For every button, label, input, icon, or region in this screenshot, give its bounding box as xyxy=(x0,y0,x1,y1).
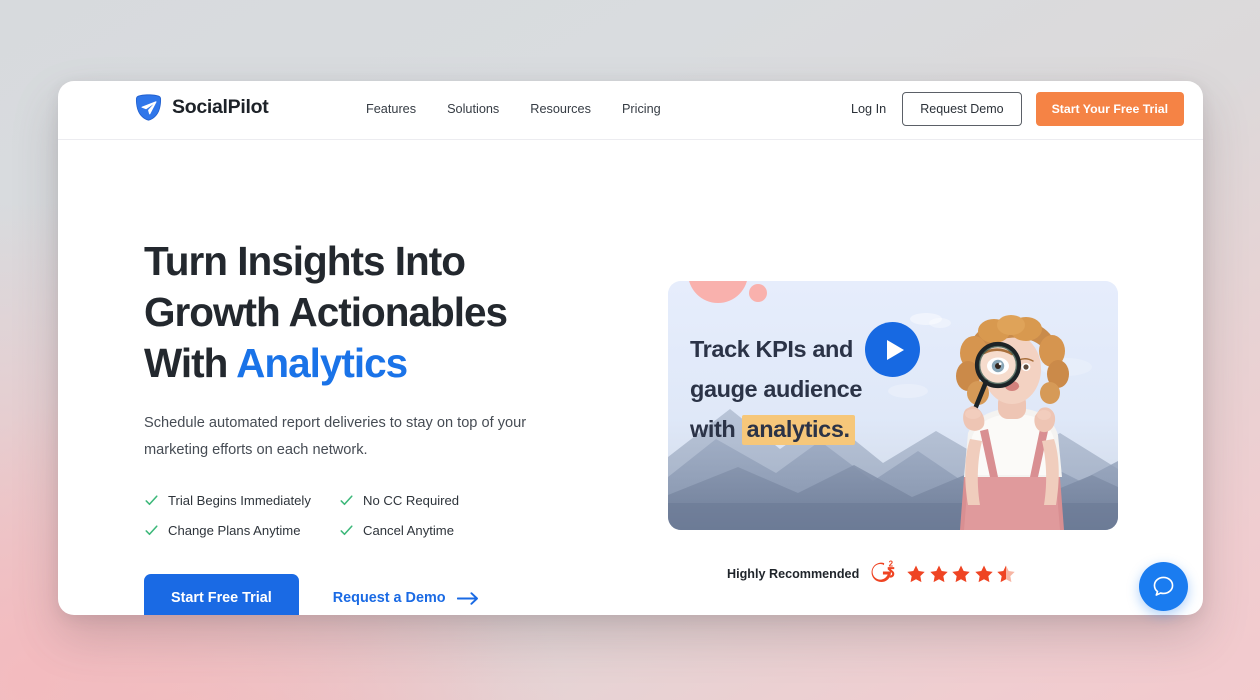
start-free-trial-button[interactable]: Start Free Trial xyxy=(144,574,299,615)
star-rating xyxy=(906,564,1016,584)
primary-nav: Features Solutions Resources Pricing xyxy=(366,102,661,116)
benefit-label: Change Plans Anytime xyxy=(168,523,301,538)
hero-benefits-list: Trial Begins Immediately No CC Required … xyxy=(144,493,614,538)
hero-copy: Turn Insights Into Growth Actionables Wi… xyxy=(144,236,614,615)
svg-text:2: 2 xyxy=(889,560,894,569)
rating-label: Highly Recommended xyxy=(727,566,860,581)
nav-item-solutions[interactable]: Solutions xyxy=(447,102,499,116)
page-backdrop: SocialPilot Features Solutions Resources… xyxy=(0,0,1260,700)
hero-title-line-1: Turn Insights Into xyxy=(144,238,466,284)
start-free-trial-header-button[interactable]: Start Your Free Trial xyxy=(1035,92,1184,126)
decor-circle-small xyxy=(749,284,767,302)
site-header: SocialPilot Features Solutions Resources… xyxy=(58,81,1203,140)
benefit-label: Cancel Anytime xyxy=(363,523,454,538)
brand-name: SocialPilot xyxy=(172,96,269,118)
arrow-right-icon xyxy=(456,591,478,605)
page-title: Turn Insights Into Growth Actionables Wi… xyxy=(144,236,614,389)
benefit-item: Change Plans Anytime xyxy=(144,523,339,538)
check-icon xyxy=(340,495,353,506)
g2-rating: Highly Recommended 2 xyxy=(727,559,1016,588)
benefit-label: Trial Begins Immediately xyxy=(168,493,311,508)
star-icon-filled xyxy=(975,565,993,582)
nav-item-resources[interactable]: Resources xyxy=(530,102,591,116)
benefit-label: No CC Required xyxy=(363,493,460,508)
video-scene-illustration xyxy=(668,281,1118,530)
login-link[interactable]: Log In xyxy=(851,102,888,116)
benefit-item: No CC Required xyxy=(339,493,614,508)
star-icon-half xyxy=(997,565,1015,582)
benefit-item: Trial Begins Immediately xyxy=(144,493,339,508)
play-button[interactable] xyxy=(865,322,920,377)
hero-subtitle: Schedule automated report deliveries to … xyxy=(144,415,527,458)
star-icon-filled xyxy=(907,565,925,582)
benefit-item: Cancel Anytime xyxy=(339,523,614,538)
paper-plane-icon xyxy=(135,94,162,121)
chat-bubble-icon xyxy=(1153,576,1174,596)
star-icon-filled xyxy=(952,565,970,582)
hero-title-line-2: Growth Actionables xyxy=(144,289,508,335)
check-icon xyxy=(340,525,353,536)
request-a-demo-label: Request a Demo xyxy=(332,590,446,606)
header-actions: Log In Request Demo Start Your Free Tria… xyxy=(851,92,1184,126)
woman-photo xyxy=(956,315,1069,530)
star-icon-filled xyxy=(930,565,948,582)
play-icon xyxy=(886,339,904,360)
request-demo-button[interactable]: Request Demo xyxy=(902,92,1022,126)
hero-title-accent: Analytics xyxy=(236,340,408,386)
hero-section: Turn Insights Into Growth Actionables Wi… xyxy=(58,140,1203,615)
g2-logo-icon: 2 xyxy=(871,560,895,583)
video-thumbnail[interactable]: Track KPIs and gauge audience with analy… xyxy=(668,281,1118,530)
brand-logo[interactable]: SocialPilot xyxy=(134,93,269,122)
nav-item-pricing[interactable]: Pricing xyxy=(622,102,661,116)
nav-item-features[interactable]: Features xyxy=(366,102,416,116)
hero-media: Track KPIs and gauge audience with analy… xyxy=(668,281,1118,530)
app-card: SocialPilot Features Solutions Resources… xyxy=(58,81,1203,615)
chat-launcher-button[interactable] xyxy=(1139,562,1188,611)
request-a-demo-link[interactable]: Request a Demo xyxy=(333,590,479,606)
hero-title-line-3: With xyxy=(144,340,237,386)
hero-cta-group: Start Free Trial Request a Demo xyxy=(144,574,614,615)
check-icon xyxy=(145,525,158,536)
check-icon xyxy=(145,495,158,506)
